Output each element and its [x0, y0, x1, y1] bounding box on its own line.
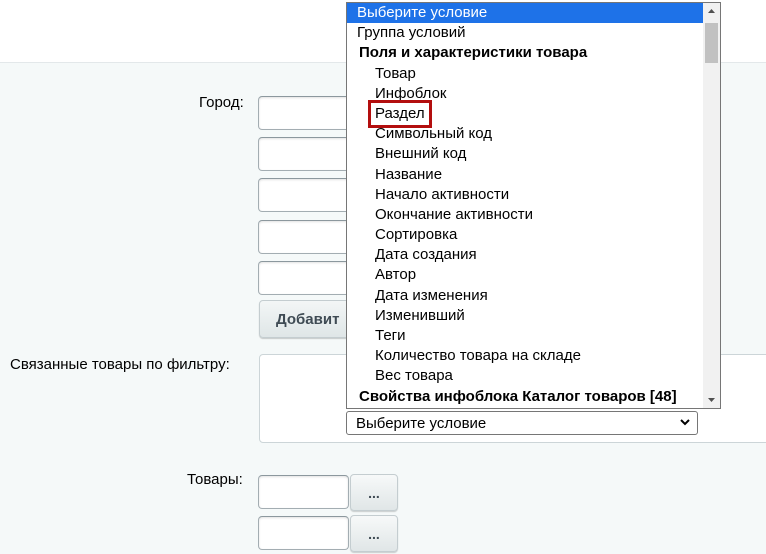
city-input-2[interactable] — [258, 137, 358, 171]
dropdown-option[interactable]: Внешний код — [347, 144, 703, 164]
dropdown-option[interactable]: Дата создания — [347, 245, 703, 265]
chevron-down-icon — [680, 419, 690, 426]
dropdown-option[interactable]: Автор — [347, 265, 703, 285]
dropdown-group-iblock-props: Свойства инфоблока Каталог товаров [48] — [359, 387, 677, 405]
dropdown-option-selected[interactable]: Выберите условие — [347, 3, 703, 24]
dropdown-option[interactable]: Окончание активности — [347, 205, 703, 225]
product-input-2[interactable] — [258, 516, 349, 550]
product-input-1[interactable] — [258, 475, 349, 509]
condition-select-value: Выберите условие — [356, 415, 487, 432]
city-input-3[interactable] — [258, 178, 358, 212]
dropdown-option[interactable]: Вес товара — [347, 366, 703, 386]
dropdown-option[interactable]: Теги — [347, 326, 703, 346]
products-label: Товары: — [187, 471, 243, 488]
condition-dropdown-list[interactable]: Выберите условие Группа условий Поля и х… — [346, 2, 721, 409]
dropdown-scrollbar[interactable] — [703, 3, 720, 408]
city-input-4[interactable] — [258, 220, 358, 254]
product-browse-button-1[interactable]: ... — [350, 474, 398, 511]
city-input-1[interactable] — [258, 96, 358, 130]
dropdown-option[interactable]: Название — [347, 165, 703, 185]
product-browse-button-2[interactable]: ... — [350, 515, 398, 552]
dropdown-option-condition-group[interactable]: Группа условий — [347, 23, 703, 43]
dropdown-option[interactable]: Символьный код — [347, 124, 703, 144]
dropdown-option[interactable]: Сортировка — [347, 225, 703, 245]
related-filter-label: Связанные товары по фильтру: — [10, 356, 230, 373]
dropdown-group-product-fields: Поля и характеристики товара — [359, 44, 588, 62]
dropdown-option[interactable]: Начало активности — [347, 185, 703, 205]
city-label: Город: — [199, 94, 244, 111]
dropdown-option[interactable]: Инфоблок — [347, 84, 703, 104]
dropdown-option[interactable]: Количество товара на складе — [347, 346, 703, 366]
scroll-down-arrow-icon[interactable] — [703, 391, 720, 408]
scrollbar-thumb[interactable] — [705, 23, 718, 63]
condition-select[interactable]: Выберите условие — [346, 411, 698, 435]
dropdown-option-highlighted[interactable]: Раздел — [347, 99, 703, 128]
city-input-5[interactable] — [258, 261, 358, 295]
dropdown-option[interactable]: Товар — [347, 64, 703, 84]
scroll-up-arrow-icon[interactable] — [703, 3, 720, 20]
dropdown-option[interactable]: Дата изменения — [347, 286, 703, 306]
dropdown-option[interactable]: Изменивший — [347, 306, 703, 326]
